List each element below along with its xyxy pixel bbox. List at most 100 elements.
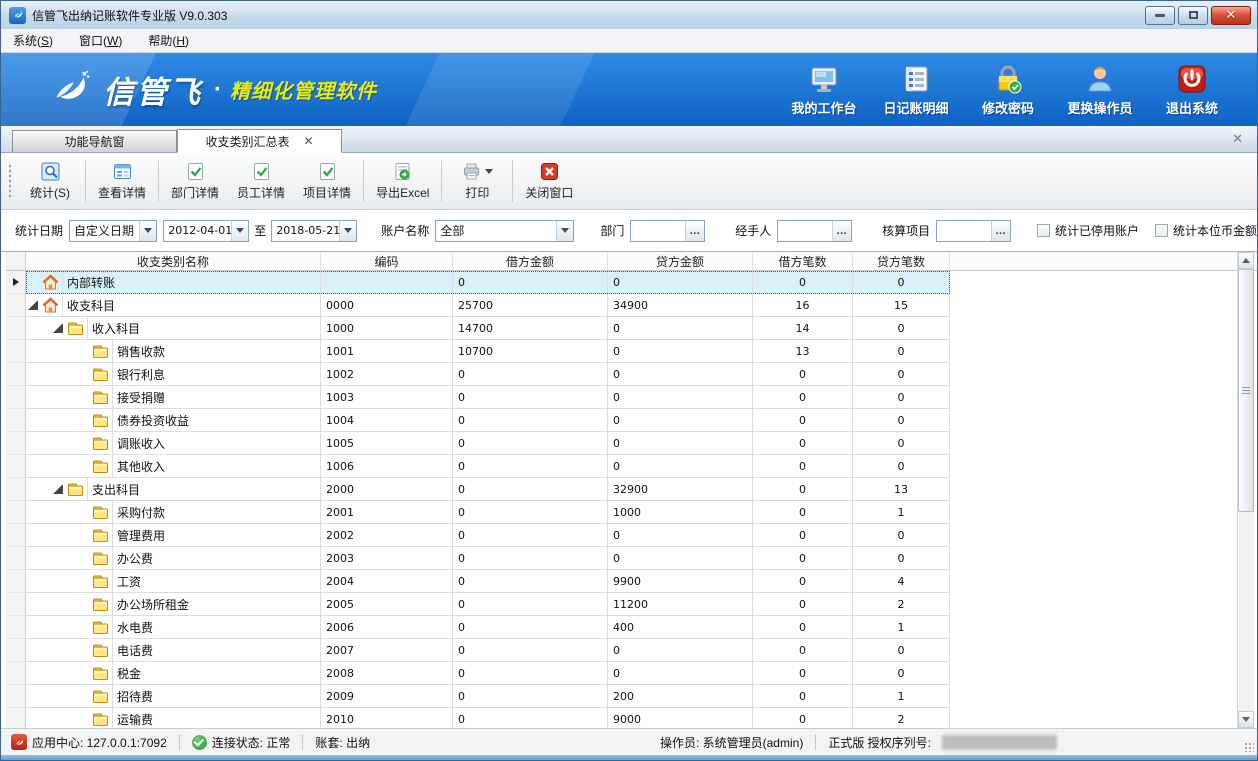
resize-grip[interactable] bbox=[1244, 742, 1254, 752]
date-from-combobox[interactable]: 2012-04-01 bbox=[163, 220, 249, 242]
scrollbar-thumb[interactable] bbox=[1238, 269, 1254, 512]
table-row[interactable]: 收入科目 1000 14700 0 14 0 bbox=[6, 317, 1257, 340]
print-button[interactable]: 打印 bbox=[445, 157, 509, 205]
tree-cell[interactable]: 调账收入 bbox=[26, 432, 321, 454]
tree-cell[interactable]: 采购付款 bbox=[26, 501, 321, 523]
table-row[interactable]: 招待费 2009 0 200 0 1 bbox=[6, 685, 1257, 708]
row-selector-gutter[interactable] bbox=[6, 386, 26, 409]
table-row[interactable]: 管理费用 2002 0 0 0 0 bbox=[6, 524, 1257, 547]
row-selector-gutter[interactable] bbox=[6, 271, 26, 294]
table-row[interactable]: 电话费 2007 0 0 0 0 bbox=[6, 639, 1257, 662]
tree-cell[interactable]: 接受捐赠 bbox=[26, 386, 321, 408]
table-row[interactable]: 销售收款 1001 10700 0 13 0 bbox=[6, 340, 1257, 363]
row-selector-gutter[interactable] bbox=[6, 478, 26, 501]
checkbox-icon[interactable] bbox=[1037, 224, 1050, 237]
column-header-category[interactable]: 收支类别名称 bbox=[26, 252, 321, 270]
date-type-combobox[interactable]: 自定义日期 bbox=[69, 220, 157, 242]
vertical-scrollbar[interactable] bbox=[1237, 252, 1254, 728]
close-button[interactable]: ✕ bbox=[1211, 6, 1251, 25]
table-row[interactable]: 税金 2008 0 0 0 0 bbox=[6, 662, 1257, 685]
handler-input[interactable] bbox=[778, 221, 832, 241]
tree-cell[interactable]: 其他收入 bbox=[26, 455, 321, 477]
tab-function-nav[interactable]: 功能导航窗 bbox=[12, 130, 177, 152]
table-row[interactable]: 调账收入 1005 0 0 0 0 bbox=[6, 432, 1257, 455]
handler-field[interactable]: … bbox=[777, 220, 852, 242]
row-selector-gutter[interactable] bbox=[6, 432, 26, 455]
department-lookup-button[interactable]: … bbox=[685, 221, 704, 241]
department-input[interactable] bbox=[631, 221, 685, 241]
expander-icon[interactable] bbox=[53, 323, 63, 333]
close-window-button[interactable]: 关闭窗口 bbox=[516, 157, 582, 205]
row-selector-gutter[interactable] bbox=[6, 639, 26, 662]
row-selector-gutter[interactable] bbox=[6, 616, 26, 639]
minimize-button[interactable] bbox=[1145, 6, 1175, 25]
tree-cell[interactable]: 运输费 bbox=[26, 708, 321, 728]
column-header-code[interactable]: 编码 bbox=[321, 252, 453, 270]
tree-cell[interactable]: 工资 bbox=[26, 570, 321, 592]
disabled-accounts-checkbox[interactable]: 统计已停用账户 bbox=[1037, 222, 1139, 239]
export-excel-button[interactable]: 导出Excel bbox=[367, 157, 438, 205]
row-selector-gutter[interactable] bbox=[6, 685, 26, 708]
column-header-debit-amount[interactable]: 借方金额 bbox=[453, 252, 608, 270]
change-password-button[interactable]: 修改密码 bbox=[969, 63, 1047, 117]
checkbox-icon[interactable] bbox=[1155, 224, 1168, 237]
menu-help[interactable]: 帮助(H) bbox=[148, 32, 189, 49]
print-dropdown-caret-icon[interactable] bbox=[485, 169, 493, 174]
row-selector-gutter[interactable] bbox=[6, 593, 26, 616]
tabstrip-close-icon[interactable]: ✕ bbox=[1232, 131, 1243, 147]
tree-cell[interactable]: 债券投资收益 bbox=[26, 409, 321, 431]
project-field[interactable]: … bbox=[936, 220, 1011, 242]
dropdown-button[interactable] bbox=[139, 221, 156, 241]
column-header-credit-count[interactable]: 贷方笔数 bbox=[853, 252, 950, 270]
tree-cell[interactable]: 收支科目 bbox=[26, 294, 321, 316]
tree-cell[interactable]: 税金 bbox=[26, 662, 321, 684]
expander-icon[interactable] bbox=[28, 300, 38, 310]
table-row[interactable]: 采购付款 2001 0 1000 0 1 bbox=[6, 501, 1257, 524]
employee-details-button[interactable]: 员工详情 bbox=[228, 157, 294, 205]
maximize-button[interactable] bbox=[1178, 6, 1208, 25]
project-lookup-button[interactable]: … bbox=[991, 221, 1010, 241]
row-selector-gutter[interactable] bbox=[6, 570, 26, 593]
exit-system-button[interactable]: 退出系统 bbox=[1153, 63, 1231, 117]
dropdown-button[interactable] bbox=[231, 221, 248, 241]
project-details-button[interactable]: 项目详情 bbox=[294, 157, 360, 205]
row-selector-gutter[interactable] bbox=[6, 317, 26, 340]
dropdown-button[interactable] bbox=[556, 221, 573, 241]
row-selector-gutter[interactable] bbox=[6, 409, 26, 432]
department-details-button[interactable]: 部门详情 bbox=[162, 157, 228, 205]
scroll-down-button[interactable] bbox=[1238, 711, 1254, 728]
table-row[interactable]: 支出科目 2000 0 32900 0 13 bbox=[6, 478, 1257, 501]
table-row[interactable]: 水电费 2006 0 400 0 1 bbox=[6, 616, 1257, 639]
row-selector-gutter[interactable] bbox=[6, 501, 26, 524]
tree-cell[interactable]: 管理费用 bbox=[26, 524, 321, 546]
table-row[interactable]: 办公费 2003 0 0 0 0 bbox=[6, 547, 1257, 570]
journal-detail-button[interactable]: 日记账明细 bbox=[877, 63, 955, 117]
view-details-button[interactable]: 查看详情 bbox=[89, 157, 155, 205]
tree-cell[interactable]: 内部转账 bbox=[26, 271, 321, 293]
table-row[interactable]: 工资 2004 0 9900 0 4 bbox=[6, 570, 1257, 593]
tree-cell[interactable]: 银行利息 bbox=[26, 363, 321, 385]
switch-operator-button[interactable]: 更换操作员 bbox=[1061, 63, 1139, 117]
workbench-button[interactable]: 我的工作台 bbox=[785, 63, 863, 117]
row-selector-gutter[interactable] bbox=[6, 363, 26, 386]
statistics-button[interactable]: 统计(S) bbox=[18, 157, 82, 205]
project-input[interactable] bbox=[937, 221, 991, 241]
table-row[interactable]: 其他收入 1006 0 0 0 0 bbox=[6, 455, 1257, 478]
tree-cell[interactable]: 电话费 bbox=[26, 639, 321, 661]
menu-window[interactable]: 窗口(W) bbox=[79, 32, 122, 49]
column-header-debit-count[interactable]: 借方笔数 bbox=[753, 252, 853, 270]
table-row[interactable]: 接受捐赠 1003 0 0 0 0 bbox=[6, 386, 1257, 409]
tree-cell[interactable]: 办公费 bbox=[26, 547, 321, 569]
toolbar-drag-handle[interactable] bbox=[7, 162, 12, 200]
row-selector-gutter[interactable] bbox=[6, 294, 26, 317]
expander-icon[interactable] bbox=[53, 484, 63, 494]
table-row[interactable]: 内部转账 0 0 0 0 bbox=[6, 271, 1257, 294]
table-row[interactable]: 收支科目 0000 25700 34900 16 15 bbox=[6, 294, 1257, 317]
department-field[interactable]: … bbox=[630, 220, 705, 242]
row-selector-gutter[interactable] bbox=[6, 455, 26, 478]
date-to-combobox[interactable]: 2018-05-21 bbox=[271, 220, 357, 242]
tree-cell[interactable]: 收入科目 bbox=[26, 317, 321, 339]
tree-cell[interactable]: 办公场所租金 bbox=[26, 593, 321, 615]
table-row[interactable]: 办公场所租金 2005 0 11200 0 2 bbox=[6, 593, 1257, 616]
scrollbar-track[interactable] bbox=[1238, 269, 1254, 711]
